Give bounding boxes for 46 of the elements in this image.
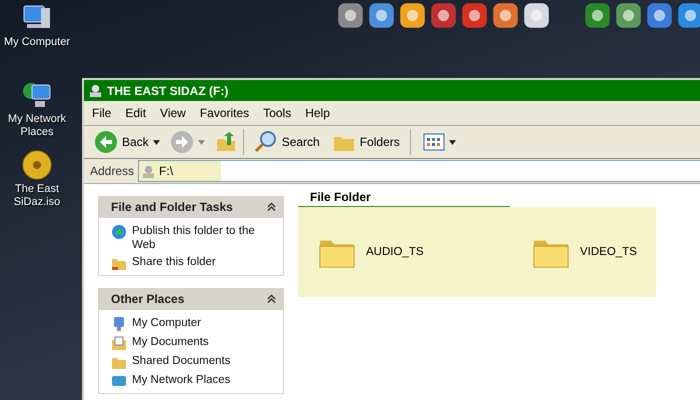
address-field[interactable]: F:\ — [138, 160, 700, 182]
menu-item[interactable]: Edit — [125, 106, 146, 120]
shortcut-icon[interactable] — [583, 1, 612, 30]
task-link[interactable]: My Network Places — [132, 373, 230, 387]
panel-title: File and Folder Tasks — [111, 200, 233, 214]
desktop-icon-label[interactable]: The East SiDaz.iso — [2, 181, 72, 209]
folder-up-icon[interactable] — [214, 131, 237, 153]
shortcut-icon[interactable] — [460, 1, 489, 30]
folder-name[interactable]: AUDIO_TS — [366, 246, 424, 258]
collapse-icon[interactable] — [267, 294, 276, 304]
search-button[interactable]: Search — [250, 128, 324, 156]
task-link[interactable]: Shared Documents — [132, 354, 230, 368]
task-link[interactable]: Share this folder — [132, 255, 216, 269]
caret-icon — [152, 140, 160, 144]
disc-icon[interactable] — [21, 149, 53, 181]
documents-icon[interactable] — [111, 335, 127, 351]
task-link[interactable]: Publish this folder to the Web — [132, 224, 275, 252]
shortcut-icon[interactable] — [336, 1, 365, 30]
caret-icon[interactable] — [448, 140, 456, 144]
shortcut-icon[interactable] — [614, 1, 643, 30]
task-link[interactable]: My Documents — [132, 335, 209, 349]
shortcut-icon[interactable] — [367, 1, 396, 30]
globe-icon[interactable] — [111, 224, 127, 240]
shortcut-icon[interactable] — [429, 1, 458, 30]
menu-item[interactable]: Favorites — [200, 106, 250, 120]
panel-title: Other Places — [111, 292, 184, 306]
desktop-icon-label[interactable]: My Computer — [2, 34, 72, 49]
address-label: Address — [90, 164, 134, 178]
views-icon[interactable] — [422, 133, 445, 151]
shortcut-icon[interactable] — [491, 1, 520, 30]
menu-item[interactable]: View — [160, 106, 186, 120]
back-button[interactable]: Back — [90, 128, 164, 156]
folder-name[interactable]: VIDEO_TS — [580, 246, 637, 258]
task-link[interactable]: My Computer — [132, 316, 202, 330]
collapse-icon[interactable] — [267, 202, 276, 212]
search-icon — [254, 130, 278, 154]
window-title: THE EAST SIDAZ (F:) — [107, 84, 228, 98]
shortcut-icon[interactable] — [522, 1, 551, 30]
shortcut-icon[interactable] — [676, 1, 700, 30]
menu-item[interactable]: Help — [305, 106, 330, 120]
folders-button[interactable]: Folders — [328, 128, 404, 156]
shortcut-icon[interactable] — [645, 1, 674, 30]
menu-item[interactable]: File — [92, 106, 112, 120]
desktop-icon-label[interactable]: My Network Places — [2, 111, 72, 139]
shortcut-icon[interactable] — [398, 1, 427, 30]
menu-item[interactable]: Tools — [263, 106, 292, 120]
